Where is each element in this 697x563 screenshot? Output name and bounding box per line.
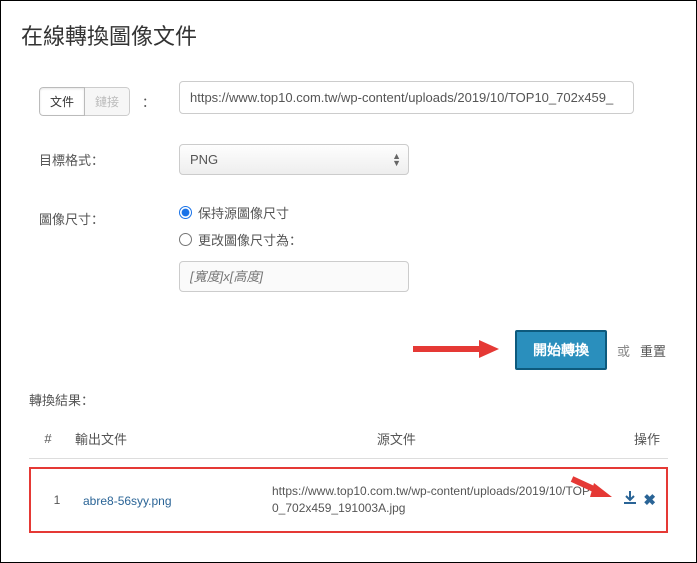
annotation-arrow-icon [568,473,612,501]
tab-link[interactable]: 鏈接 [85,87,130,116]
radio-keep-label: 保持源圖像尺寸 [198,203,289,222]
format-row: 目標格式： PNG ▲▼ [39,144,666,175]
source-file-text: https://www.top10.com.tw/wp-content/uplo… [272,483,610,517]
target-format-select[interactable]: PNG [179,144,409,175]
col-header-source: 源文件 [369,419,613,459]
radio-change-size[interactable]: 更改圖像尺寸為： [179,230,666,249]
results-table: # 輸出文件 源文件 操作 [29,419,668,459]
source-row: 文件 鏈接 ： [39,81,666,116]
row-index: 1 [37,493,77,507]
radio-keep-size[interactable]: 保持源圖像尺寸 [179,203,666,222]
conversion-form: 文件 鏈接 ： 目標格式： PNG ▲▼ 圖像尺寸： 保持源圖像尺寸 [1,61,696,330]
col-header-output: 輸出文件 [67,419,369,459]
radio-change-input[interactable] [179,233,192,246]
tab-file[interactable]: 文件 [39,87,85,116]
annotation-arrow-icon [411,338,501,360]
radio-keep-input[interactable] [179,206,192,219]
or-text: 或 [617,341,630,360]
action-row: 開始轉換 或 重置 [1,330,696,390]
results-section: 轉換結果： # 輸出文件 源文件 操作 1 abre8-56syy.png ht… [1,390,696,533]
size-row: 圖像尺寸： 保持源圖像尺寸 更改圖像尺寸為： [39,203,666,292]
label-separator: ： [142,92,155,111]
col-header-idx: # [29,419,67,459]
page-title: 在線轉換圖像文件 [1,1,696,61]
download-icon[interactable] [623,491,637,509]
radio-change-label: 更改圖像尺寸為： [198,230,302,249]
remove-icon[interactable]: ✖ [643,491,656,509]
image-size-label: 圖像尺寸： [39,209,104,228]
reset-link[interactable]: 重置 [640,341,666,360]
result-row-highlight: 1 abre8-56syy.png https://www.top10.com.… [29,467,668,533]
source-toggle: 文件 鏈接 [39,87,130,116]
target-format-label: 目標格式： [39,150,104,169]
dimensions-input[interactable] [179,261,409,292]
results-title: 轉換結果： [29,390,668,409]
url-input[interactable] [179,81,634,114]
col-header-ops: 操作 [613,419,668,459]
output-file-link[interactable]: abre8-56syy.png [83,494,172,508]
start-convert-button[interactable]: 開始轉換 [515,330,607,370]
